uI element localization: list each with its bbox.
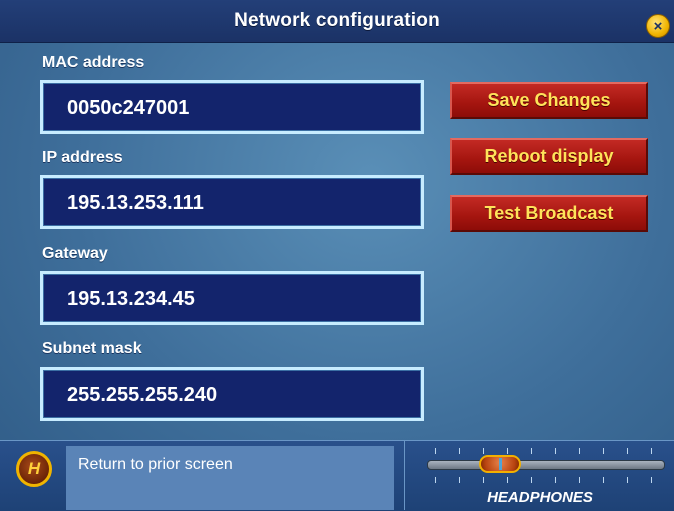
volume-slider-thumb[interactable] — [479, 455, 522, 473]
slider-tick — [531, 448, 532, 454]
slider-tick — [555, 448, 556, 454]
volume-slider-area: HEADPHONES — [404, 440, 674, 510]
slider-tick — [603, 448, 604, 454]
subnet-mask-label: Subnet mask — [42, 340, 142, 357]
slider-tick — [435, 448, 436, 454]
slider-tick — [459, 477, 460, 483]
status-panel: Return to prior screen — [66, 446, 394, 510]
subnet-mask-field[interactable]: 255.255.255.240 — [40, 367, 424, 421]
slider-tick — [555, 477, 556, 483]
headphones-label: HEADPHONES — [487, 489, 593, 506]
gateway-field[interactable]: 195.13.234.45 — [40, 271, 424, 325]
mac-address-label: MAC address — [42, 54, 145, 71]
window-title: Network configuration — [234, 10, 440, 31]
slider-tick — [651, 477, 652, 483]
gateway-label: Gateway — [42, 245, 108, 262]
slider-tick — [507, 448, 508, 454]
close-icon[interactable]: × — [646, 14, 670, 38]
test-broadcast-button[interactable]: Test Broadcast — [450, 195, 648, 232]
mac-address-value: 0050c247001 — [67, 97, 190, 119]
reboot-display-button[interactable]: Reboot display — [450, 138, 648, 175]
slider-tick — [579, 448, 580, 454]
slider-tick — [435, 477, 436, 483]
save-changes-button[interactable]: Save Changes — [450, 82, 648, 119]
slider-tick — [603, 477, 604, 483]
slider-tick — [651, 448, 652, 454]
ip-address-value: 195.13.253.111 — [67, 192, 204, 214]
volume-slider-track[interactable] — [427, 460, 665, 470]
home-icon[interactable]: H — [16, 451, 52, 487]
title-bar: Network configuration × — [0, 0, 674, 43]
subnet-mask-value: 255.255.255.240 — [67, 384, 218, 406]
status-text: Return to prior screen — [78, 456, 233, 473]
slider-tick — [627, 477, 628, 483]
slider-tick — [483, 477, 484, 483]
slider-tick — [483, 448, 484, 454]
slider-tick — [627, 448, 628, 454]
mac-address-field[interactable]: 0050c247001 — [40, 80, 424, 134]
slider-tick — [507, 477, 508, 483]
ip-address-field[interactable]: 195.13.253.111 — [40, 175, 424, 229]
thumb-marker — [499, 458, 503, 470]
ip-address-label: IP address — [42, 149, 123, 166]
gateway-value: 195.13.234.45 — [67, 288, 195, 310]
slider-tick — [579, 477, 580, 483]
slider-tick — [459, 448, 460, 454]
slider-tick — [531, 477, 532, 483]
